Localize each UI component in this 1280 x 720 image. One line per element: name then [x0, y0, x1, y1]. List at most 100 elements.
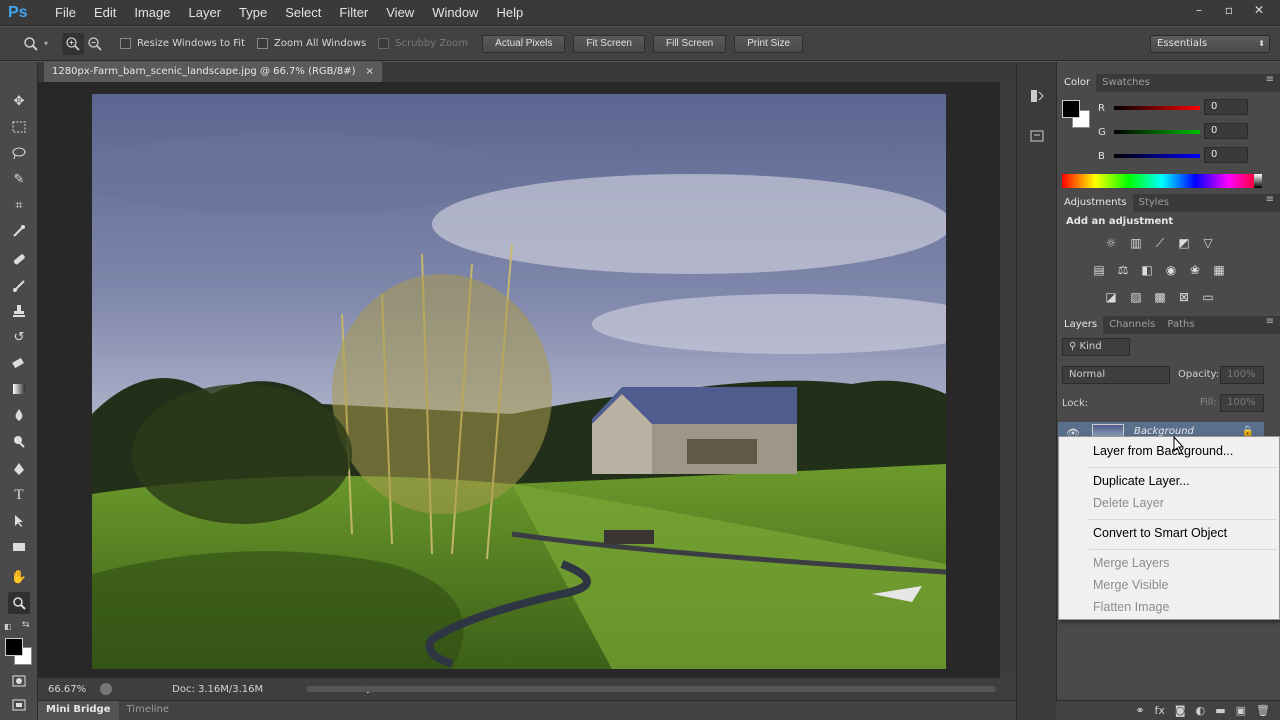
- menu-delete-layer[interactable]: Delete Layer: [1093, 496, 1164, 510]
- fit-screen-button[interactable]: Fit Screen: [573, 34, 645, 53]
- tab-styles[interactable]: Styles: [1133, 194, 1175, 212]
- clone-stamp-tool-icon[interactable]: [8, 300, 30, 322]
- blue-slider[interactable]: B 0: [1098, 147, 1248, 163]
- menu-duplicate-layer[interactable]: Duplicate Layer...: [1093, 474, 1190, 488]
- tab-swatches[interactable]: Swatches: [1096, 74, 1156, 92]
- actual-pixels-button[interactable]: Actual Pixels: [482, 34, 566, 53]
- red-value-field[interactable]: 0: [1204, 99, 1248, 115]
- menu-edit[interactable]: Edit: [85, 0, 125, 26]
- marquee-tool-icon[interactable]: [8, 116, 30, 138]
- posterize-icon[interactable]: ▨: [1127, 288, 1145, 306]
- new-layer-icon[interactable]: ▣: [1236, 704, 1246, 717]
- color-balance-icon[interactable]: ⚖: [1114, 261, 1132, 279]
- exposure-icon[interactable]: ◩: [1175, 234, 1193, 252]
- add-mask-icon[interactable]: ◙: [1175, 704, 1186, 717]
- green-slider[interactable]: G 0: [1098, 123, 1248, 139]
- swap-colors-icon[interactable]: ⇆: [22, 620, 30, 630]
- photo-filter-icon[interactable]: ◉: [1162, 261, 1180, 279]
- trash-icon[interactable]: 🗑: [1256, 704, 1270, 717]
- red-slider[interactable]: R 0: [1098, 99, 1248, 115]
- print-size-button[interactable]: Print Size: [734, 34, 804, 53]
- hue-saturation-icon[interactable]: ▤: [1090, 261, 1108, 279]
- blue-value-field[interactable]: 0: [1204, 147, 1248, 163]
- canvas-area[interactable]: [38, 82, 1000, 678]
- path-selection-tool-icon[interactable]: [8, 510, 30, 532]
- new-adjustment-icon[interactable]: ◐: [1196, 704, 1206, 717]
- default-colors-icon[interactable]: ◧: [4, 622, 12, 631]
- dodge-tool-icon[interactable]: [8, 430, 30, 452]
- tab-layers[interactable]: Layers: [1058, 316, 1104, 334]
- threshold-icon[interactable]: ▩: [1151, 288, 1169, 306]
- move-tool-icon[interactable]: ✥: [8, 90, 30, 112]
- zoom-out-icon[interactable]: [84, 33, 106, 55]
- eraser-tool-icon[interactable]: [8, 352, 30, 374]
- selective-color-icon[interactable]: ⊠: [1175, 288, 1193, 306]
- zoom-in-icon[interactable]: [62, 32, 85, 55]
- scrubby-zoom-checkbox[interactable]: Scrubby Zoom: [378, 38, 468, 49]
- channel-mixer-icon[interactable]: ❀: [1186, 261, 1204, 279]
- rectangle-tool-icon[interactable]: [8, 536, 30, 558]
- close-tab-icon[interactable]: ×: [366, 62, 374, 82]
- new-group-icon[interactable]: ▬: [1215, 704, 1225, 717]
- brush-tool-icon[interactable]: [8, 274, 30, 296]
- blur-tool-icon[interactable]: [8, 404, 30, 426]
- menu-layer[interactable]: Layer: [180, 0, 231, 26]
- menu-type[interactable]: Type: [230, 0, 276, 26]
- properties-panel-icon[interactable]: [1027, 126, 1047, 146]
- menu-merge-layers[interactable]: Merge Layers: [1093, 556, 1169, 570]
- levels-icon[interactable]: ▥: [1127, 234, 1145, 252]
- lasso-tool-icon[interactable]: [8, 142, 30, 164]
- panel-menu-icon[interactable]: ≡: [1266, 316, 1274, 327]
- color-foreground-swatch[interactable]: [1062, 100, 1080, 118]
- curves-icon[interactable]: ⟋: [1151, 234, 1169, 252]
- tab-color[interactable]: Color: [1058, 74, 1097, 92]
- menu-convert-to-smart-object[interactable]: Convert to Smart Object: [1093, 526, 1227, 540]
- tab-paths[interactable]: Paths: [1161, 316, 1200, 334]
- menu-view[interactable]: View: [377, 0, 423, 26]
- tab-mini-bridge[interactable]: Mini Bridge: [38, 701, 119, 720]
- gradient-tool-icon[interactable]: [8, 378, 30, 400]
- menu-help[interactable]: Help: [487, 0, 532, 26]
- tab-channels[interactable]: Channels: [1103, 316, 1161, 334]
- history-panel-icon[interactable]: [1027, 86, 1047, 106]
- menu-flatten-image[interactable]: Flatten Image: [1093, 600, 1169, 614]
- healing-brush-tool-icon[interactable]: [8, 248, 30, 270]
- menu-file[interactable]: File: [46, 0, 85, 26]
- vertical-scrollbar[interactable]: [1000, 82, 1016, 678]
- opacity-field[interactable]: 100%: [1220, 366, 1264, 384]
- screen-mode-icon[interactable]: [8, 694, 30, 716]
- menu-merge-visible[interactable]: Merge Visible: [1093, 578, 1169, 592]
- minimize-button[interactable]: –: [1186, 2, 1212, 18]
- blend-mode-dropdown[interactable]: Normal: [1062, 366, 1170, 384]
- zoom-tool-preset-icon[interactable]: [20, 33, 42, 55]
- fill-field[interactable]: 100%: [1220, 394, 1264, 412]
- invert-icon[interactable]: ◪: [1102, 288, 1120, 306]
- menu-image[interactable]: Image: [125, 0, 179, 26]
- link-layers-icon[interactable]: ⚭: [1135, 704, 1144, 717]
- eyedropper-tool-icon[interactable]: [8, 220, 30, 242]
- workspace-dropdown[interactable]: Essentials ⬍: [1150, 35, 1270, 53]
- hand-tool-icon[interactable]: ✋: [8, 566, 30, 588]
- quick-mask-icon[interactable]: [8, 670, 30, 692]
- menu-filter[interactable]: Filter: [330, 0, 377, 26]
- green-value-field[interactable]: 0: [1204, 123, 1248, 139]
- close-button[interactable]: ✕: [1246, 2, 1272, 18]
- crop-tool-icon[interactable]: ⌗: [8, 194, 30, 216]
- menu-window[interactable]: Window: [423, 0, 487, 26]
- pen-tool-icon[interactable]: [8, 458, 30, 480]
- type-tool-icon[interactable]: T: [8, 484, 30, 506]
- panel-menu-icon[interactable]: ≡: [1266, 194, 1274, 205]
- panel-menu-icon[interactable]: ≡: [1266, 74, 1274, 85]
- fill-screen-button[interactable]: Fill Screen: [652, 34, 727, 53]
- tab-adjustments[interactable]: Adjustments: [1058, 194, 1133, 212]
- color-spectrum-bw[interactable]: [1254, 174, 1262, 188]
- restore-button[interactable]: ▫: [1216, 2, 1242, 18]
- tab-timeline[interactable]: Timeline: [119, 701, 178, 720]
- black-white-icon[interactable]: ◧: [1138, 261, 1156, 279]
- document-image[interactable]: [92, 94, 946, 669]
- color-spectrum[interactable]: [1062, 174, 1262, 188]
- gradient-map-icon[interactable]: ▭: [1199, 288, 1217, 306]
- color-lookup-icon[interactable]: ▦: [1210, 261, 1228, 279]
- zoom-level[interactable]: 66.67%: [48, 684, 86, 695]
- brightness-contrast-icon[interactable]: ☼: [1102, 234, 1120, 252]
